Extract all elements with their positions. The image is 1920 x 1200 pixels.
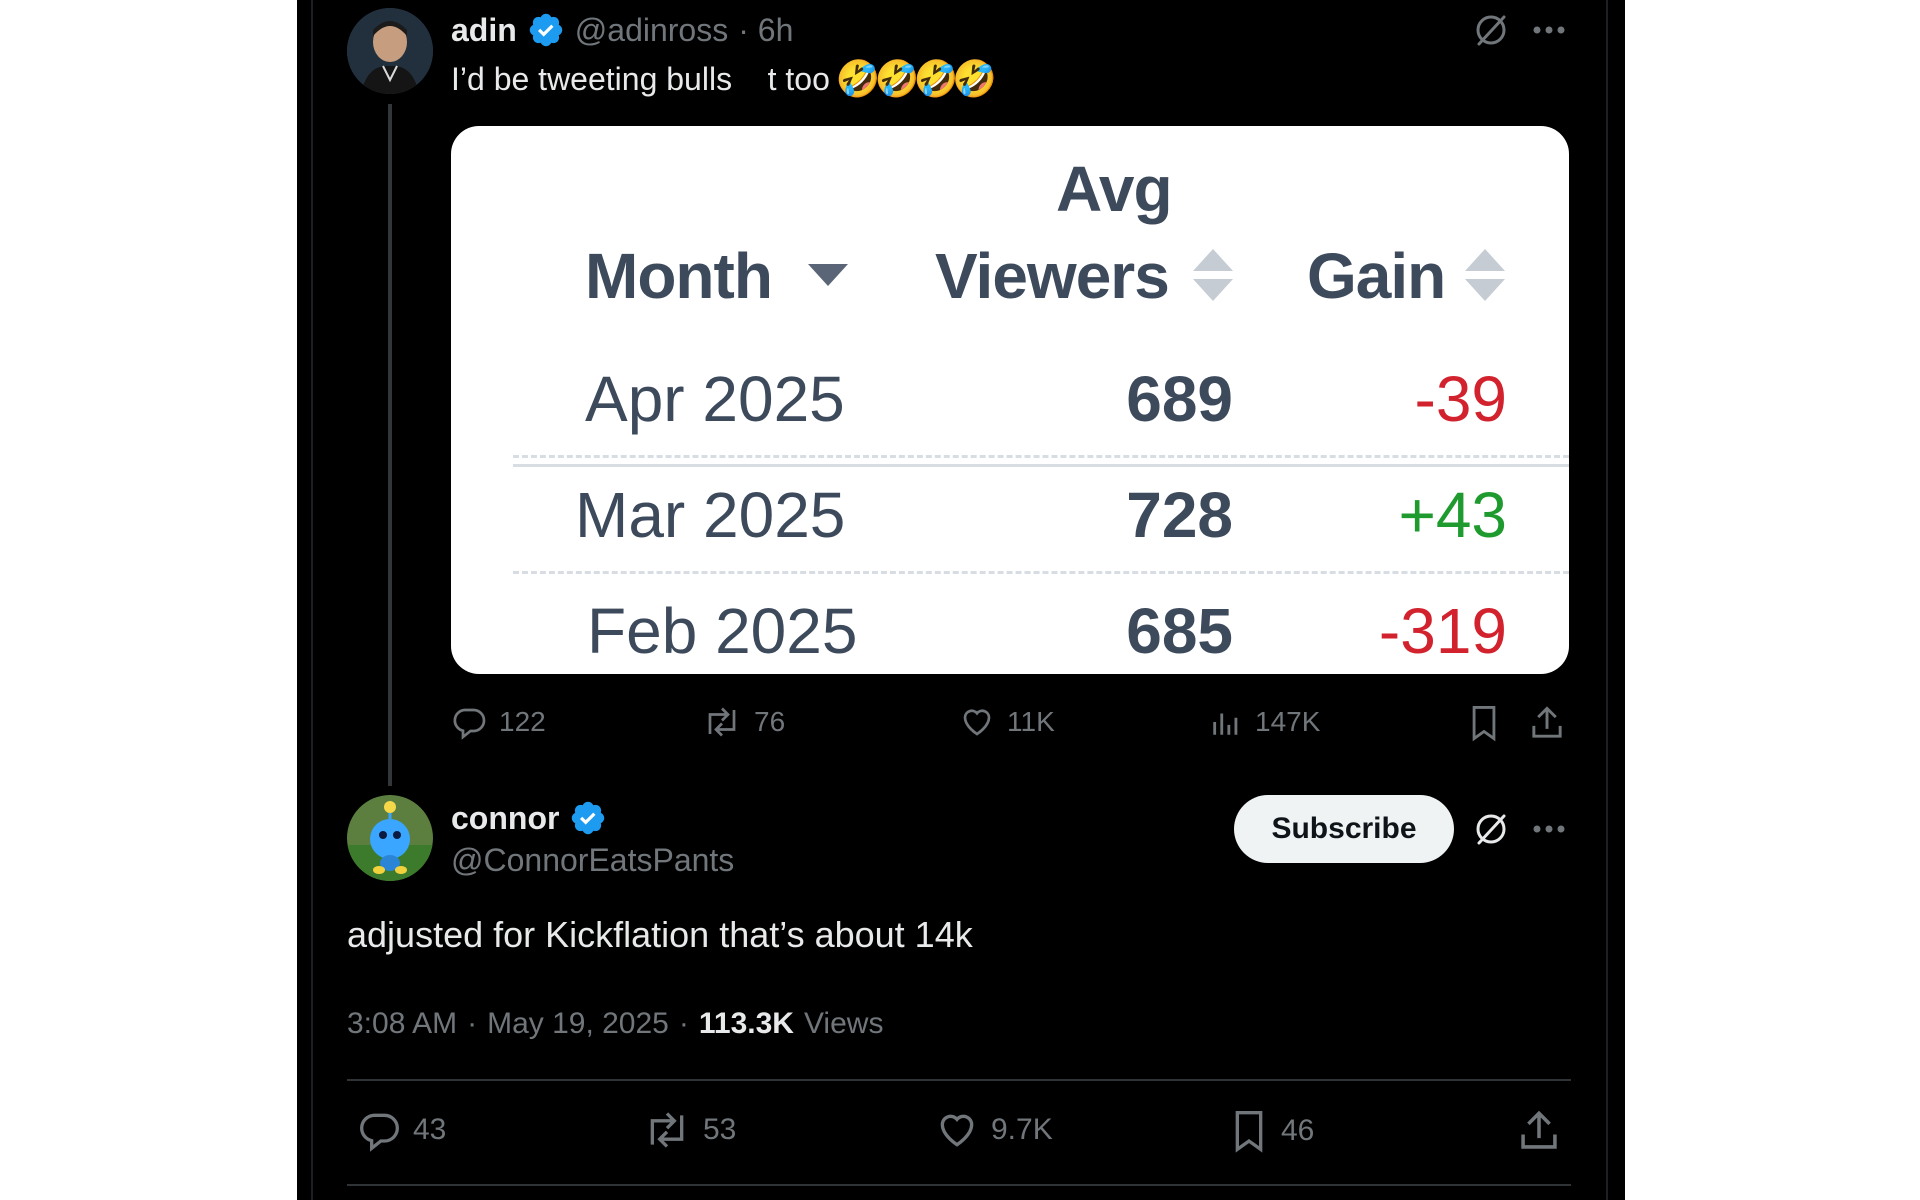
tweet1-media-table-image[interactable]: Avg Month Viewers Gain Apr 2025 689 -39 … [451, 126, 1569, 674]
avatar-adin[interactable] [347, 8, 433, 94]
bookmark-button[interactable]: 46 [1229, 1108, 1314, 1154]
verified-badge-icon [529, 13, 563, 47]
table-header-gain: Gain [1307, 240, 1446, 312]
meta-separator: · [678, 1007, 689, 1040]
tweet2-text: adjusted for Kickflation that’s about 14… [347, 914, 973, 955]
share-icon[interactable] [1529, 704, 1565, 742]
frame-right-border [1606, 0, 1608, 1200]
meta-divider [347, 1079, 1571, 1081]
reply-button[interactable]: 122 [451, 704, 546, 740]
table-cell-month: Apr 2025 [585, 363, 845, 435]
tweet1-header: adin @adinross · 6h [451, 8, 793, 52]
tweet2-author-row: connor [451, 796, 607, 840]
like-count: 11K [1007, 706, 1055, 737]
avatar-adin-image [347, 8, 433, 94]
tweet1-text: I’d be tweeting bulls t too 🤣🤣🤣🤣 [451, 56, 997, 102]
thread-connector-line [388, 104, 392, 786]
table-cell-viewers: 689 [1126, 363, 1233, 435]
table-cell-gain: +43 [1398, 479, 1507, 551]
table-cell-month: Feb 2025 [587, 595, 858, 667]
sort-desc-icon [808, 264, 848, 286]
like-count: 9.7K [991, 1113, 1053, 1146]
table-cell-viewers: 685 [1126, 595, 1233, 667]
verified-badge-icon [572, 801, 605, 835]
table-cell-month: Mar 2025 [575, 479, 846, 551]
meta-separator: · [467, 1007, 478, 1040]
repost-count: 76 [754, 706, 786, 737]
table-cell-gain: -319 [1378, 595, 1507, 667]
table-cell-gain: -39 [1414, 363, 1508, 435]
view-count: 147K [1255, 706, 1321, 737]
tweet2-date[interactable]: May 19, 2025 [487, 1004, 669, 1044]
heart-icon [963, 709, 991, 736]
avatar-connor[interactable] [347, 795, 433, 881]
like-button[interactable]: 11K [959, 704, 1055, 740]
repost-button[interactable]: 76 [702, 704, 785, 740]
grok-icon[interactable] [1473, 811, 1509, 847]
table-row-divider [513, 455, 1569, 458]
tweet2-time[interactable]: 3:08 AM [347, 1004, 457, 1044]
bookmark-icon [1235, 1111, 1263, 1153]
tweet2-meta-row: 3:08 AM · May 19, 2025 · 113.3K Views [347, 1004, 883, 1044]
repost-icon [650, 1112, 684, 1148]
table-row-divider [513, 571, 1569, 574]
table-header-month: Month [585, 240, 773, 312]
share-icon[interactable] [1517, 1108, 1561, 1154]
sort-both-icon [1193, 249, 1233, 301]
repost-button[interactable]: 53 [643, 1108, 736, 1152]
avatar-connor-image [347, 795, 433, 881]
table-header-avg: Avg [1056, 153, 1173, 225]
tweet1-author-name[interactable]: adin [451, 12, 517, 49]
tweet-thread-frame: adin @adinross · 6h I’d be tweeting bull… [297, 0, 1625, 1200]
sort-both-icon [1465, 249, 1505, 301]
actions-divider [347, 1184, 1571, 1186]
tweet1-timestamp[interactable]: · 6h [738, 12, 793, 49]
subscribe-button[interactable]: Subscribe [1234, 795, 1454, 863]
bookmark-icon[interactable] [1467, 704, 1501, 742]
analytics-icon [1213, 713, 1238, 735]
heart-icon [940, 1114, 974, 1147]
tweet2-views-label: Views [803, 1007, 884, 1040]
more-options-icon[interactable] [1532, 817, 1566, 841]
tweet2-author-name[interactable]: connor [451, 800, 559, 837]
bookmark-count: 46 [1281, 1114, 1315, 1147]
reply-icon [360, 1113, 399, 1152]
more-options-icon[interactable] [1532, 18, 1566, 42]
grok-icon[interactable] [1473, 12, 1509, 48]
tweet2-author-handle[interactable]: @ConnorEatsPants [451, 840, 734, 880]
table-header-divider [513, 464, 1569, 467]
reply-button[interactable]: 43 [357, 1108, 446, 1152]
frame-left-border [311, 0, 313, 1200]
views-button[interactable]: 147K [1209, 704, 1320, 740]
like-button[interactable]: 9.7K [935, 1108, 1053, 1152]
table-header-viewers: Viewers [935, 240, 1170, 312]
repost-icon [708, 707, 736, 737]
table-cell-viewers: 728 [1126, 479, 1233, 551]
rofl-emoji-icon: 🤣🤣🤣🤣 [835, 58, 997, 99]
tweet2-view-count: 113.3K [698, 1007, 794, 1040]
tweet1-text-body: I’d be tweeting bulls t too [451, 60, 830, 97]
reply-count: 43 [413, 1113, 447, 1146]
reply-icon [453, 708, 486, 740]
tweet1-author-handle[interactable]: @adinross [575, 12, 728, 49]
reply-count: 122 [499, 706, 546, 737]
repost-count: 53 [703, 1113, 737, 1146]
